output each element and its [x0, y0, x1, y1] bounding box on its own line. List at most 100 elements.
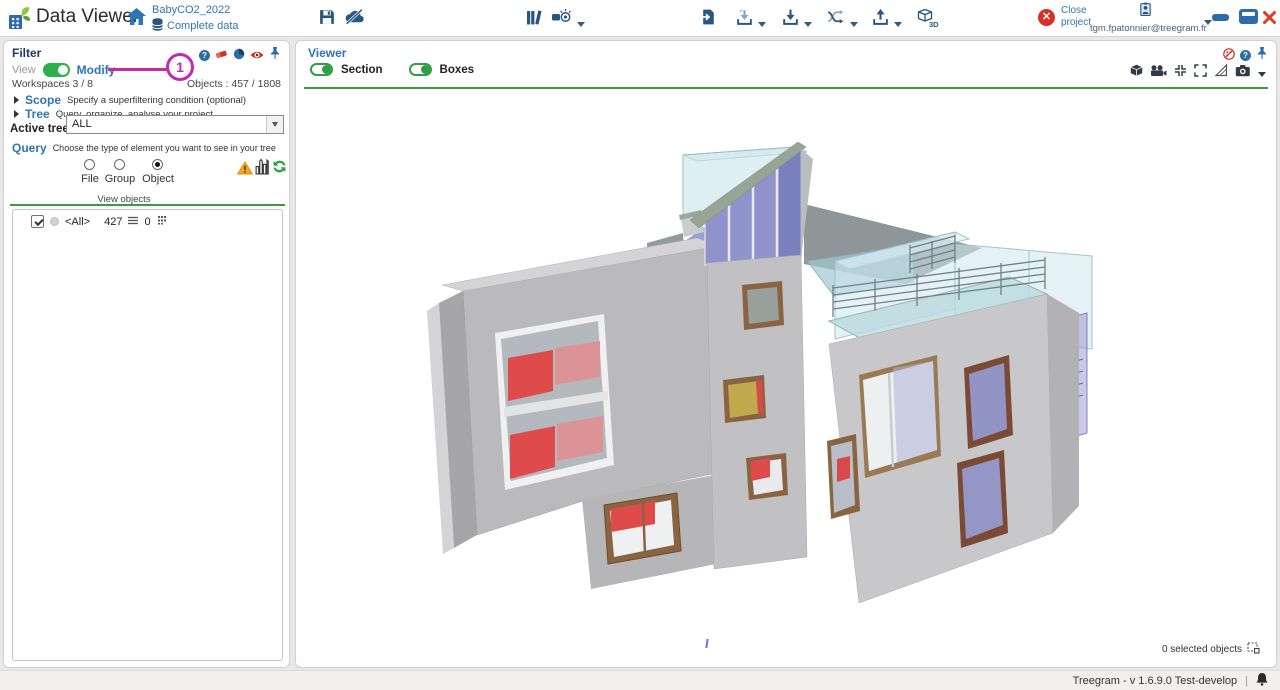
minimize-button[interactable] — [1212, 14, 1229, 21]
histogram-icon[interactable] — [254, 158, 271, 180]
section-toggle[interactable] — [310, 63, 333, 76]
status-bar: Treegram - v 1.6.9.0 Test-develop | — [0, 670, 1280, 690]
expand-icon[interactable] — [1194, 64, 1207, 82]
chevron-down-icon — [266, 116, 283, 133]
boxes-label: Boxes — [440, 64, 475, 76]
tree-checkbox[interactable] — [31, 215, 44, 228]
cube-3d-icon[interactable]: 3D — [916, 8, 941, 33]
shuffle-icon[interactable] — [826, 8, 845, 30]
scope-section-label[interactable]: Scope — [25, 93, 61, 107]
query-section-label[interactable]: Query — [12, 141, 47, 155]
tree-row[interactable]: <All> 427 0 — [13, 210, 282, 228]
selection-box-icon[interactable] — [1247, 642, 1260, 657]
divider — [304, 87, 1268, 89]
radio-file[interactable] — [84, 159, 95, 170]
list-icon[interactable] — [128, 216, 138, 228]
tree-item-count: 427 — [104, 216, 122, 228]
query-description: Choose the type of element you want to s… — [53, 143, 276, 153]
eraser-icon[interactable] — [215, 47, 228, 65]
bell-icon[interactable] — [1256, 672, 1268, 689]
video-camera-icon[interactable] — [1150, 64, 1167, 82]
screenshot-camera-icon[interactable] — [1235, 64, 1251, 82]
user-badge-icon — [1138, 4, 1153, 21]
workspaces-count: Workspaces 3 / 8 — [12, 78, 93, 90]
help-icon[interactable]: ? — [199, 50, 210, 61]
viewport-cursor-mark — [705, 639, 708, 648]
compress-icon[interactable] — [1174, 64, 1187, 82]
scope-description: Specify a superfiltering condition (opti… — [67, 95, 246, 106]
radio-object[interactable] — [152, 159, 163, 170]
radio-file-label[interactable]: File — [81, 173, 99, 185]
home-icon[interactable] — [126, 7, 147, 31]
save-icon[interactable] — [318, 8, 336, 31]
active-tree-label: Active tree — [10, 123, 69, 135]
project-name[interactable]: BabyCO2_2022 — [152, 4, 230, 16]
chevron-down-icon[interactable] — [804, 14, 812, 32]
chevron-down-icon[interactable] — [758, 14, 766, 32]
project-subtitle: Complete data — [167, 20, 239, 32]
measure-icon[interactable] — [1214, 63, 1228, 82]
window-close-button[interactable] — [1262, 10, 1277, 30]
tree-item-label: <All> — [65, 216, 90, 228]
chevron-down-icon[interactable] — [850, 14, 858, 32]
grid-dots-icon[interactable] — [157, 215, 167, 228]
user-account-button[interactable]: tgm.fpatonnier@treegram.fr — [1090, 2, 1200, 34]
cloud-offline-icon[interactable] — [344, 8, 365, 30]
close-project-button[interactable]: ✕ Close project — [1038, 5, 1091, 29]
warning-icon — [237, 161, 253, 180]
database-icon — [152, 18, 163, 34]
export-tray-icon[interactable] — [872, 8, 889, 31]
import-file-icon[interactable] — [700, 8, 717, 31]
eye-icon[interactable] — [250, 47, 264, 65]
status-divider: | — [1245, 675, 1248, 687]
chevron-down-icon[interactable] — [1258, 64, 1266, 82]
view-modify-toggle[interactable] — [43, 63, 70, 77]
3d-viewport[interactable]: 0 selected objects — [302, 91, 1272, 661]
object-tree-list: <All> 427 0 — [12, 209, 283, 661]
filter-panel: Filter ? View Modify — [3, 40, 290, 668]
cube-3d-label: 3D — [929, 20, 939, 28]
top-toolbar: Data Viewer BabyCO2_2022 Complete data — [0, 0, 1280, 37]
help-icon[interactable]: ? — [1240, 50, 1251, 61]
cube-view-icon[interactable] — [1130, 64, 1143, 82]
disable-render-icon[interactable] — [1223, 47, 1235, 65]
annotation-circle: 1 — [166, 53, 194, 81]
viewer-title: Viewer — [308, 46, 346, 60]
app-logo-icon — [6, 5, 32, 37]
radio-object-label[interactable]: Object — [142, 173, 174, 185]
expander-icon[interactable] — [14, 96, 19, 104]
app-title: Data Viewer — [36, 6, 139, 28]
pie-chart-icon[interactable] — [233, 47, 245, 65]
tree-item-zero-count: 0 — [144, 216, 150, 228]
right-block — [827, 277, 1079, 603]
refresh-icon[interactable] — [272, 159, 287, 179]
chevron-down-icon[interactable] — [577, 14, 585, 32]
maximize-button[interactable] — [1239, 9, 1258, 24]
boxes-toggle[interactable] — [409, 63, 432, 76]
filter-title: Filter — [12, 46, 41, 60]
status-dot — [50, 217, 59, 226]
radio-group[interactable] — [114, 159, 125, 170]
user-email: tgm.fpatonnier@treegram.fr — [1090, 23, 1200, 34]
annotation-line — [108, 68, 168, 71]
library-icon[interactable] — [525, 8, 544, 31]
import-tray-icon[interactable] — [736, 8, 753, 31]
radio-group-label[interactable]: Group — [105, 173, 136, 185]
view-label: View — [12, 64, 36, 76]
objects-count: Objects : 457 / 1808 — [187, 78, 281, 90]
download-tray-icon[interactable] — [782, 8, 799, 31]
section-label: Section — [341, 64, 383, 76]
active-tree-select[interactable]: ALL — [66, 115, 284, 134]
viewer-panel: Viewer ? Section Boxes — [295, 40, 1277, 668]
chevron-down-icon[interactable] — [894, 14, 902, 32]
projector-icon[interactable] — [551, 8, 573, 30]
expander-icon[interactable] — [14, 110, 19, 118]
building-model[interactable] — [422, 136, 1107, 621]
chevron-down-icon[interactable] — [1204, 12, 1212, 30]
left-block — [427, 238, 727, 589]
project-data-link[interactable]: Complete data — [152, 18, 239, 34]
close-project-icon: ✕ — [1038, 9, 1055, 26]
divider — [10, 204, 285, 206]
version-text: Treegram - v 1.6.9.0 Test-develop — [1073, 675, 1237, 687]
active-tree-value: ALL — [67, 116, 266, 133]
